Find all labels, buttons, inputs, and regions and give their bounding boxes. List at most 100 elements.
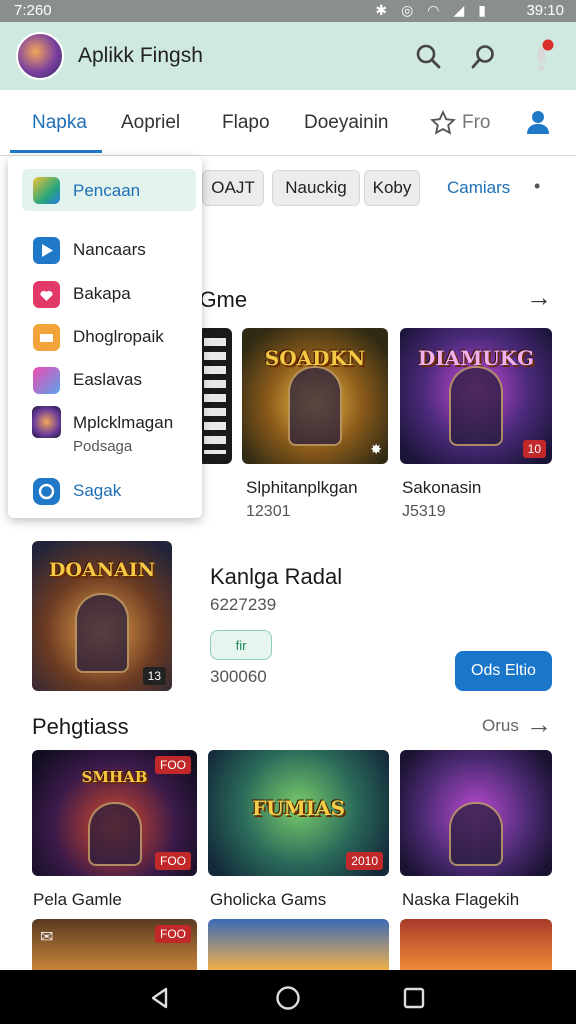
game-card-image[interactable] <box>198 328 232 464</box>
menu-item-bakapa[interactable]: Bakapa <box>8 273 202 313</box>
tab-napka[interactable]: Napka <box>32 112 87 134</box>
menu-item-label: Easlavas <box>73 370 142 389</box>
featured-tag: fir <box>210 630 272 660</box>
game-card-name: Gholicka Gams <box>210 890 327 909</box>
home-icon[interactable] <box>274 984 302 1012</box>
battery-icon: ▮ <box>478 2 486 18</box>
mail-icon: ✉ <box>40 929 54 946</box>
game-card-name: Naska Flagekih <box>402 890 520 909</box>
tab-fro[interactable]: Fro <box>430 110 491 136</box>
menu-item-label: Bakapa <box>73 284 131 303</box>
menu-item-pencaan[interactable]: Pencaan <box>22 169 196 211</box>
see-more-link[interactable]: Orus <box>482 716 519 736</box>
app-title: Aplikk Fingsh <box>78 44 203 67</box>
chip-nauckig[interactable]: Nauckig <box>272 170 360 206</box>
menu-item-nancaars[interactable]: Nancaars <box>8 229 202 269</box>
game-badge: FOO <box>155 756 191 774</box>
game-card-image[interactable] <box>400 919 552 970</box>
menu-item-label: Mplcklmagan <box>73 413 174 432</box>
status-time-right: 39:10 <box>526 2 564 19</box>
menu-item-easlavas[interactable]: Easlavas <box>8 359 202 399</box>
game-card-image[interactable] <box>400 750 552 876</box>
section-title-pehgtiass: Pehgtiass <box>32 714 129 739</box>
character-figure <box>288 366 342 446</box>
tab-aopriel[interactable]: Aopriel <box>121 112 180 134</box>
menu-item-label: Nancaars <box>73 240 146 259</box>
game-card-image[interactable]: FUMIAS 2010 <box>208 750 389 876</box>
tab-doeyainin[interactable]: Doeyainin <box>304 112 389 134</box>
chip-camiars[interactable]: Camiars <box>447 178 510 198</box>
game-card-image[interactable]: SOADKN ✸ <box>242 328 388 464</box>
game-art-title: FUMIAS <box>251 796 346 820</box>
signal-icon: ◢ <box>453 2 465 18</box>
character-figure <box>75 593 129 673</box>
featured-art-title: DOANAIN <box>48 559 156 581</box>
back-icon[interactable] <box>146 984 174 1012</box>
status-time-left: 7:260 <box>14 2 52 19</box>
game-badge: FOO <box>155 925 191 943</box>
system-nav-bar <box>0 970 576 1024</box>
tab-bar: Napka Aopriel Flapo Doeyainin Fro <box>0 90 576 156</box>
menu-item-sagak[interactable]: Sagak <box>8 470 202 510</box>
game-thumb-icon <box>32 406 61 438</box>
game-card-name: Slphitanplkgan <box>246 478 358 497</box>
game-card-image[interactable]: SMHAB FOO FOO <box>32 750 197 876</box>
wifi-icon: ◠ <box>427 2 440 18</box>
play-icon <box>33 237 60 264</box>
art-pattern <box>204 338 226 454</box>
featured-tag-label: fir <box>235 637 247 653</box>
install-button[interactable]: Ods Eltio <box>455 651 552 691</box>
menu-item-label: Sagak <box>73 481 122 500</box>
featured-count: 300060 <box>210 667 267 686</box>
game-card-name: Pela Gamle <box>33 890 122 909</box>
chip-koby[interactable]: Koby <box>364 170 420 206</box>
game-card-image[interactable]: DIAMUKG 10 <box>400 328 552 464</box>
game-card-image[interactable] <box>208 919 389 970</box>
star-icon <box>430 110 456 135</box>
character-figure <box>449 366 503 446</box>
featured-title: Kanlga Radal <box>210 564 343 589</box>
menu-item-mplcklmagan[interactable]: Mplcklmagan Podsaga <box>8 402 202 458</box>
tab-fro-label: Fro <box>462 112 491 133</box>
avatar[interactable] <box>16 32 64 80</box>
arrow-right-icon[interactable]: → <box>526 282 552 313</box>
character-figure <box>87 802 142 866</box>
bluetooth-icon: ✱ <box>375 2 388 18</box>
chat-icon <box>33 478 60 505</box>
active-tab-indicator <box>10 150 102 153</box>
game-card-image[interactable]: FOO ✉ <box>32 919 197 970</box>
game-card-sub: 12301 <box>246 503 291 520</box>
bubble-icon <box>33 367 60 394</box>
game-badge: 2010 <box>346 852 383 870</box>
app-bar: Aplikk Fingsh <box>0 22 576 90</box>
menu-item-label: Pencaan <box>73 181 141 200</box>
status-bar: 7:260 ✱ ◎ ◠ ◢ ▮ 39:10 <box>0 0 576 22</box>
more-dot-icon[interactable]: • <box>534 176 540 197</box>
app-icon <box>33 177 60 204</box>
featured-game-image[interactable]: DOANAIN 13 <box>32 541 172 691</box>
folder-icon <box>33 324 60 351</box>
featured-badge: 13 <box>142 667 166 685</box>
search-alt-icon[interactable] <box>465 38 501 74</box>
game-badge-bottom: FOO <box>155 852 191 870</box>
recents-icon[interactable] <box>400 984 428 1012</box>
chip-oajt[interactable]: OAJT <box>202 170 264 206</box>
search-icon[interactable] <box>410 38 446 74</box>
alarm-icon: ◎ <box>401 2 414 18</box>
game-badge: 10 <box>522 440 546 458</box>
menu-item-dhoglropaik[interactable]: Dhoglropaik <box>8 316 202 356</box>
arrow-right-icon[interactable]: → <box>526 709 552 740</box>
notification-icon[interactable] <box>524 38 560 74</box>
sparkle-icon: ✸ <box>370 441 382 457</box>
game-card-sub: J5319 <box>402 503 446 520</box>
game-card-name: Sakonasin <box>402 478 482 497</box>
status-icons: ✱ ◎ ◠ ◢ ▮ <box>375 2 486 19</box>
profile-icon[interactable] <box>524 108 552 141</box>
character-figure <box>449 802 503 866</box>
dropdown-menu: Pencaan Nancaars Bakapa Dhoglropaik Easl… <box>8 156 202 518</box>
menu-item-sublabel: Podsaga <box>73 438 133 455</box>
menu-item-label: Dhoglropaik <box>73 327 164 346</box>
tab-flapo[interactable]: Flapo <box>222 112 270 134</box>
heart-icon <box>33 281 60 308</box>
featured-sub: 6227239 <box>210 595 277 614</box>
